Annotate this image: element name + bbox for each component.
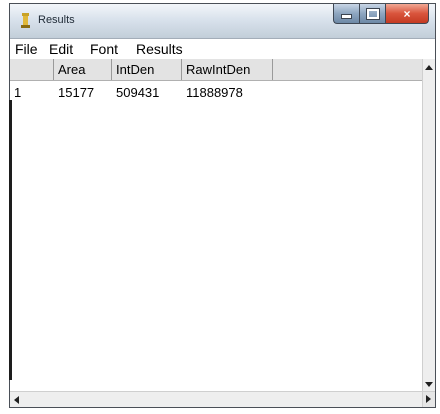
- imagej-icon: [21, 13, 30, 28]
- cell-rawintden: 11888978: [186, 85, 243, 100]
- scroll-left-icon[interactable]: [14, 396, 19, 404]
- cell-index: 1: [14, 85, 22, 100]
- close-button[interactable]: ×: [385, 4, 429, 24]
- scroll-up-icon[interactable]: [425, 65, 433, 70]
- minimize-button[interactable]: [333, 4, 359, 24]
- window-title: Results: [38, 14, 75, 26]
- results-table[interactable]: Area IntDen RawIntDen 1 15177 509431 118…: [10, 59, 422, 391]
- maximize-button[interactable]: [359, 4, 385, 24]
- column-header-intden[interactable]: IntDen: [112, 59, 182, 80]
- results-window: Results × File Edit Font Results Area In…: [9, 3, 436, 408]
- column-header-area[interactable]: Area: [54, 59, 112, 80]
- menu-font[interactable]: Font: [90, 41, 118, 57]
- minimize-icon: [341, 14, 352, 19]
- column-header-rawintden[interactable]: RawIntDen: [182, 59, 273, 80]
- close-icon: ×: [403, 6, 411, 21]
- maximize-icon: [365, 7, 380, 20]
- table-header: Area IntDen RawIntDen: [10, 59, 422, 81]
- horizontal-scrollbar[interactable]: [10, 391, 422, 407]
- menu-file[interactable]: File: [15, 41, 38, 57]
- scroll-right-button[interactable]: [422, 391, 435, 407]
- column-header-index[interactable]: [10, 59, 54, 80]
- menu-bar: File Edit Font Results: [10, 39, 435, 59]
- window-shadow-edge: [9, 100, 12, 380]
- scroll-down-icon[interactable]: [425, 382, 433, 387]
- table-row[interactable]: 1 15177 509431 11888978: [10, 81, 422, 101]
- menu-edit[interactable]: Edit: [49, 41, 73, 57]
- cell-area: 15177: [58, 85, 95, 100]
- title-bar[interactable]: Results ×: [10, 4, 435, 39]
- window-controls: ×: [333, 4, 429, 24]
- menu-results[interactable]: Results: [136, 41, 183, 57]
- scroll-right-icon[interactable]: [426, 395, 431, 403]
- vertical-scrollbar[interactable]: [422, 59, 435, 391]
- cell-intden: 509431: [116, 85, 160, 100]
